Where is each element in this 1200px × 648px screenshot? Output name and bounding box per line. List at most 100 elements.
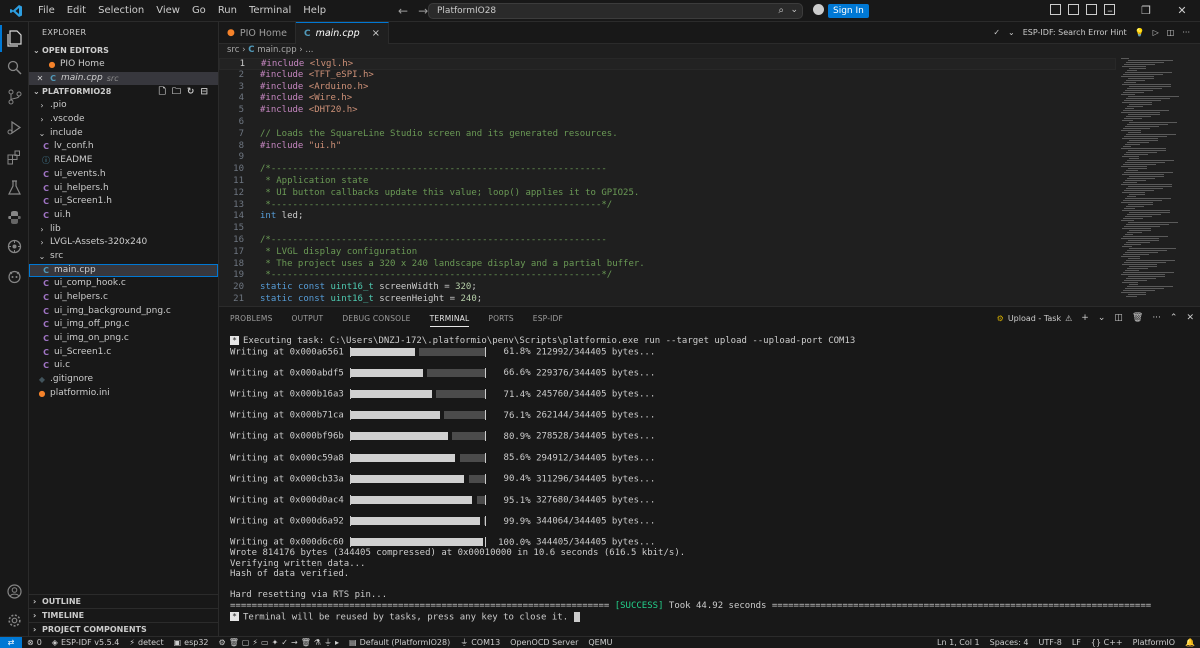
close-window-icon[interactable]: ✕: [1164, 0, 1200, 22]
flash-icon[interactable]: ⚡: [252, 638, 258, 647]
close-panel-icon[interactable]: ✕: [1186, 313, 1194, 323]
workspace-section[interactable]: ⌄ PLATFORMIO28 🗋 🗀 ↻ ⊟: [29, 85, 218, 99]
split-editor-icon[interactable]: ◫: [1167, 28, 1175, 37]
terminal-output[interactable]: * Executing task: C:\Users\DNZJ-172\.plat…: [230, 336, 1190, 626]
tree-folder[interactable]: ⌄ src: [29, 250, 218, 264]
tree-file[interactable]: Cui_helpers.c: [29, 291, 218, 305]
minimize-icon[interactable]: –: [1092, 0, 1128, 22]
tree-folder[interactable]: › lib: [29, 223, 218, 237]
open-editor-item[interactable]: ✕ Cmain.cpp src: [29, 71, 218, 86]
tree-folder[interactable]: › .pio: [29, 99, 218, 113]
more-actions-icon[interactable]: ···: [1152, 313, 1161, 323]
tree-folder[interactable]: ⌄ include: [29, 127, 218, 141]
run-debug-icon[interactable]: [5, 118, 24, 137]
tree-folder[interactable]: › LVGL-Assets-320x240: [29, 236, 218, 250]
close-editor-icon[interactable]: ✕: [35, 72, 45, 86]
trash-icon[interactable]: 🗑: [229, 638, 239, 647]
explorer-icon[interactable]: [0, 25, 24, 52]
testing-icon[interactable]: [5, 178, 24, 197]
settings-gear-icon[interactable]: [5, 611, 24, 630]
tree-file[interactable]: Cui_Screen1.h: [29, 195, 218, 209]
tree-file[interactable]: Cui.h: [29, 209, 218, 223]
status-qemu[interactable]: QEMU: [583, 638, 617, 647]
breadcrumb-symbol[interactable]: ...: [305, 45, 313, 55]
tab-pio-home[interactable]: ● PIO Home: [219, 22, 296, 44]
status-problems[interactable]: ⊗ 0: [22, 638, 47, 647]
outline-section[interactable]: › OUTLINE: [29, 594, 218, 608]
tree-file[interactable]: Cui_img_off_png.c: [29, 318, 218, 332]
new-file-icon[interactable]: 🗋: [159, 85, 166, 99]
tree-file[interactable]: Cui_img_on_png.c: [29, 332, 218, 346]
account-globe-icon[interactable]: [813, 4, 824, 15]
search-icon[interactable]: [5, 58, 24, 77]
python-icon[interactable]: [5, 208, 24, 227]
copilot-icon[interactable]: [5, 267, 24, 286]
code-editor[interactable]: 1 #include <lvgl.h> 2 #include <TFT_eSPI.h>…: [219, 56, 1200, 306]
arrow-right-icon[interactable]: →: [291, 638, 298, 647]
menu-edit[interactable]: Edit: [61, 0, 92, 22]
maximize-panel-icon[interactable]: ⌃: [1170, 313, 1178, 323]
source-control-icon[interactable]: [5, 87, 24, 106]
checkmark-icon[interactable]: ✓: [993, 28, 1000, 37]
test-icon[interactable]: ⚗: [314, 638, 321, 647]
chevron-down-icon[interactable]: ⌄: [1098, 313, 1106, 323]
tab-esp-idf[interactable]: ESP-IDF: [533, 307, 563, 331]
tree-file[interactable]: Cmain.cpp: [29, 263, 218, 278]
project-components-section[interactable]: › PROJECT COMPONENTS: [29, 622, 218, 636]
status-esp-idf-version[interactable]: ◈ ESP-IDF v5.5.4: [47, 638, 125, 647]
platformio-icon[interactable]: [5, 237, 24, 256]
open-editors-section[interactable]: ⌄ OPEN EDITORS: [29, 44, 218, 58]
gear-icon[interactable]: ⚙: [219, 638, 226, 647]
notifications-bell-icon[interactable]: 🔔: [1180, 638, 1200, 647]
refresh-icon[interactable]: ↻: [187, 85, 195, 99]
menu-help[interactable]: Help: [297, 0, 332, 22]
tree-file[interactable]: ● platformio.ini: [29, 387, 218, 401]
check-icon[interactable]: ✓: [281, 638, 288, 647]
new-terminal-icon[interactable]: +: [1081, 313, 1089, 323]
menu-terminal[interactable]: Terminal: [243, 0, 297, 22]
more-actions-icon[interactable]: ···: [1182, 28, 1190, 37]
chevron-down-icon[interactable]: ⌄: [1008, 28, 1015, 37]
breadcrumb-src[interactable]: src: [227, 45, 239, 55]
tab-terminal[interactable]: TERMINAL: [429, 307, 470, 331]
menu-go[interactable]: Go: [186, 0, 212, 22]
menu-file[interactable]: File: [32, 0, 61, 22]
run-icon[interactable]: ▷: [1153, 28, 1159, 37]
tree-file[interactable]: Clv_conf.h: [29, 140, 218, 154]
menu-run[interactable]: Run: [212, 0, 243, 22]
status-env[interactable]: ▤ Default (PlatformIO28): [344, 638, 455, 647]
terminal-icon[interactable]: ▸: [335, 638, 339, 647]
restore-icon[interactable]: ❐: [1128, 0, 1164, 22]
monitor-icon[interactable]: ▭: [261, 638, 269, 647]
status-detect[interactable]: ⚡ detect: [124, 638, 168, 647]
tree-file[interactable]: ⓘ README: [29, 154, 218, 168]
tab-debug-console[interactable]: DEBUG CONSOLE: [342, 307, 410, 331]
tree-file[interactable]: Cui_Screen1.c: [29, 346, 218, 360]
tab-output[interactable]: OUTPUT: [292, 307, 324, 331]
open-editor-item[interactable]: ● PIO Home: [29, 58, 218, 72]
tree-file[interactable]: Cui_events.h: [29, 168, 218, 182]
tree-file[interactable]: Cui_comp_hook.c: [29, 277, 218, 291]
extensions-icon[interactable]: [5, 148, 24, 167]
timeline-section[interactable]: › TIMELINE: [29, 608, 218, 622]
split-terminal-icon[interactable]: ◫: [1114, 313, 1123, 323]
tab-problems[interactable]: PROBLEMS: [230, 307, 273, 331]
collapse-all-icon[interactable]: ⊟: [200, 85, 208, 99]
status-cursor-position[interactable]: Ln 1, Col 1: [932, 638, 985, 647]
chevron-down-icon[interactable]: ⌄: [790, 5, 798, 15]
toggle-sidebar-icon[interactable]: [1068, 4, 1079, 15]
status-eol[interactable]: LF: [1067, 638, 1086, 647]
trash-icon[interactable]: 🗑: [301, 638, 311, 647]
terminal-task-selector[interactable]: ⚙ Upload - Task ⚠: [997, 314, 1073, 323]
flame-icon[interactable]: ✦: [272, 638, 279, 647]
copilot-chat-icon[interactable]: ⌕: [778, 5, 784, 16]
tree-folder[interactable]: › .vscode: [29, 113, 218, 127]
new-folder-icon[interactable]: 🗀: [172, 85, 181, 99]
account-icon[interactable]: [5, 582, 24, 601]
menu-selection[interactable]: Selection: [92, 0, 150, 22]
status-target[interactable]: ▣ esp32: [169, 638, 214, 647]
esp-idf-hint-button[interactable]: ESP-IDF: Search Error Hint: [1023, 28, 1127, 37]
menu-view[interactable]: View: [150, 0, 186, 22]
tree-file[interactable]: ◆ .gitignore: [29, 373, 218, 387]
sign-in-button[interactable]: Sign In: [828, 4, 869, 18]
